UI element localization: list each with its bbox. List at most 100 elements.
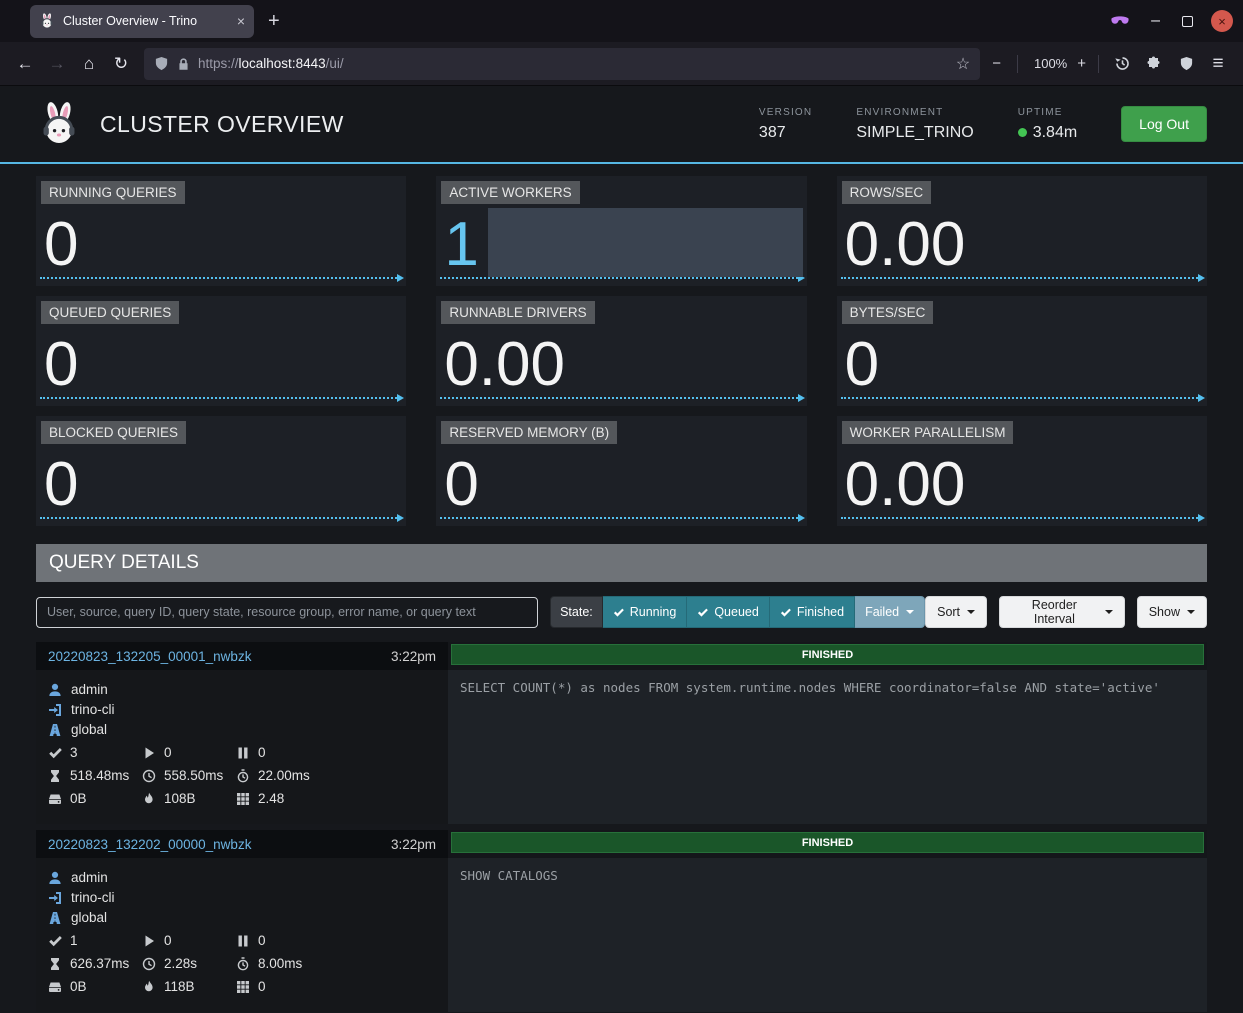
zoom-out-icon[interactable]: − (992, 55, 1001, 72)
check-icon (697, 607, 708, 618)
browser-tab[interactable]: Cluster Overview - Trino × (30, 5, 254, 38)
zoom-level[interactable]: 100% (1034, 56, 1067, 71)
pause-icon (236, 934, 250, 948)
new-tab-button[interactable]: + (268, 10, 280, 33)
sort-label: Sort (937, 605, 960, 619)
resource-group-icon (48, 911, 62, 925)
flame-icon (142, 980, 156, 994)
tab-title: Cluster Overview - Trino (63, 14, 229, 28)
forward-icon[interactable]: → (42, 49, 72, 79)
logout-button[interactable]: Log Out (1121, 106, 1207, 142)
tile-value: 0.00 (845, 217, 966, 273)
version-value: 387 (759, 124, 812, 142)
lock-icon[interactable] (177, 57, 190, 71)
user-icon (48, 683, 62, 697)
search-input[interactable] (36, 597, 538, 628)
state-failed-dropdown[interactable]: Failed (855, 596, 925, 628)
state-running-button[interactable]: Running (603, 596, 688, 628)
blocked-time-value: 8.00ms (258, 956, 302, 971)
state-finished-button[interactable]: Finished (770, 596, 855, 628)
sparkline-axis (40, 517, 401, 519)
query-id-link[interactable]: 20220823_132205_00001_nwbzk (48, 649, 391, 664)
tile-value: 0 (44, 217, 78, 273)
uptime-status-dot (1018, 128, 1027, 137)
tile-value: 0.00 (444, 337, 565, 393)
home-icon[interactable]: ⌂ (74, 49, 104, 79)
page-title: CLUSTER OVERVIEW (100, 111, 344, 138)
memory-value: 0B (70, 791, 87, 806)
uptime-value: 3.84m (1018, 124, 1077, 142)
tile-label: ROWS/SEC (842, 181, 932, 204)
history-clock-icon (1114, 55, 1131, 72)
queued-splits-value: 0 (258, 745, 266, 760)
chevron-down-icon (967, 610, 975, 614)
query-row: 20220823_132202_00000_nwbzk 3:22pm FINIS… (36, 830, 1207, 1012)
zoom-in-icon[interactable]: + (1077, 55, 1086, 72)
memory-row: 0B 108B 2.48 (48, 791, 436, 806)
queued-splits: 0 (236, 745, 266, 760)
privacy-shield-icon[interactable] (1171, 49, 1201, 79)
version-info: VERSION 387 (759, 107, 812, 142)
current-memory: 0B (48, 979, 142, 994)
query-id-link[interactable]: 20220823_132202_00000_nwbzk (48, 837, 391, 852)
wall-time: 626.37ms (48, 956, 142, 971)
query-stats: admin trino-cli global 1 0 0 626.37ms 2.… (36, 858, 448, 1012)
state-queued-button[interactable]: Queued (687, 596, 769, 628)
sparkline-axis (440, 277, 801, 279)
wall-time-value: 626.37ms (70, 956, 129, 971)
tile-value: 0 (44, 457, 78, 513)
state-filter-label: State: (550, 596, 603, 628)
history-icon[interactable] (1107, 49, 1137, 79)
completed-splits-value: 3 (70, 745, 78, 760)
sparkline-axis (841, 397, 1202, 399)
show-dropdown[interactable]: Show (1137, 596, 1207, 628)
tile-label: RESERVED MEMORY (B) (441, 421, 617, 444)
zoom-controls: − 100% + (992, 55, 1086, 73)
sort-dropdown[interactable]: Sort (925, 596, 987, 628)
running-splits-value: 0 (164, 745, 172, 760)
extension-icon[interactable] (1139, 49, 1169, 79)
completed-splits-value: 1 (70, 933, 78, 948)
url-scheme: https:// (198, 56, 239, 71)
shield-small-icon (1179, 56, 1194, 71)
running-splits: 0 (142, 933, 236, 948)
memory-value: 0B (70, 979, 87, 994)
time-row: 626.37ms 2.28s 8.00ms (48, 956, 436, 971)
url-bar[interactable]: https://localhost:8443/ui/ ☆ (144, 48, 980, 80)
parallelism-value: 2.48 (258, 791, 284, 806)
back-icon[interactable]: ← (10, 49, 40, 79)
completed-splits: 3 (48, 745, 142, 760)
window-close-button[interactable]: × (1211, 10, 1233, 32)
uptime-text: 3.84m (1033, 124, 1077, 142)
tile-value: 0 (444, 457, 478, 513)
url-text[interactable]: https://localhost:8443/ui/ (198, 56, 948, 71)
cpu-time: 2.28s (142, 956, 236, 971)
cumulative-memory: 118B (142, 979, 236, 994)
splits-row: 3 0 0 (48, 745, 436, 760)
tile-runnable-drivers: RUNNABLE DRIVERS 0.00 (436, 296, 806, 406)
reorder-interval-dropdown[interactable]: Reorder Interval (999, 596, 1125, 628)
wall-time: 518.48ms (48, 768, 142, 783)
queued-splits: 0 (236, 933, 266, 948)
app-header: CLUSTER OVERVIEW VERSION 387 ENVIRONMENT… (0, 86, 1243, 164)
menu-icon[interactable]: ≡ (1203, 49, 1233, 79)
tile-label: RUNNING QUERIES (41, 181, 185, 204)
tile-bytes-per-sec: BYTES/SEC 0 (837, 296, 1207, 406)
query-source: trino-cli (71, 890, 115, 905)
cumulative-memory-value: 108B (164, 791, 196, 806)
query-id-bar: 20220823_132205_00001_nwbzk 3:22pm (36, 642, 448, 670)
shield-icon[interactable] (154, 56, 169, 71)
query-source: trino-cli (71, 702, 115, 717)
reorder-interval-label: Reorder Interval (1011, 598, 1098, 626)
clock-icon (142, 769, 156, 783)
tile-label: WORKER PARALLELISM (842, 421, 1014, 444)
user-icon (48, 871, 62, 885)
window-restore-button[interactable] (1182, 16, 1193, 27)
queued-splits-value: 0 (258, 933, 266, 948)
reload-icon[interactable]: ↻ (106, 49, 136, 79)
bookmark-star-icon[interactable]: ☆ (956, 54, 970, 74)
cpu-time-value: 558.50ms (164, 768, 223, 783)
query-sql-text: SELECT COUNT(*) as nodes FROM system.run… (448, 670, 1207, 824)
window-minimize-button[interactable]: – (1151, 12, 1160, 30)
tab-close-icon[interactable]: × (237, 13, 245, 29)
